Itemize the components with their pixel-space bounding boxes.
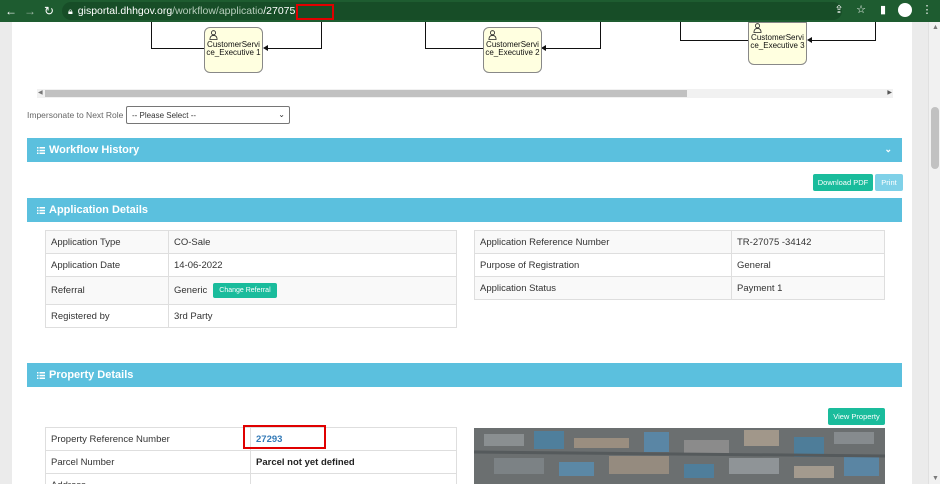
workflow-node-executive-3[interactable]: CustomerServi ce_Executive 3 [748,22,807,65]
diagram-scroll-thumb[interactable] [45,90,687,97]
workflow-history-title: Workflow History [49,144,140,156]
user-task-icon [209,30,218,40]
workflow-node-label: CustomerServi ce_Executive 1 [206,40,261,58]
chevron-down-icon[interactable]: ⌄ [884,144,892,155]
menu-dots-icon[interactable]: ⋮ [920,3,934,17]
workflow-node-label: CustomerServi ce_Executive 2 [485,40,540,58]
scroll-down-icon[interactable]: ▼ [932,475,939,482]
referral-cell: Generic Change Referral [168,276,457,305]
property-details-header: Property Details [27,363,902,387]
table-row: Address [45,473,457,484]
page-content: CustomerServi ce_Executive 1 CustomerSer… [0,22,928,484]
impersonate-role-select[interactable]: -- Please Select -- ⌄ [126,106,290,124]
property-satellite-map[interactable] [474,428,885,484]
row-value: TR-27075 -34142 [731,230,885,254]
diagram-horizontal-scrollbar[interactable]: ◀ ▶ [37,89,893,98]
table-row: Application Date 14-06-2022 [45,253,457,277]
row-label: Application Status [474,276,732,300]
table-row: Referral Generic Change Referral [45,276,457,305]
table-row: Application Type CO-Sale [45,230,457,254]
reload-icon[interactable]: ↻ [41,3,57,19]
application-details-header: Application Details [27,198,902,222]
list-icon [37,371,45,379]
row-value: General [731,253,885,277]
row-value: Parcel not yet defined [250,450,457,474]
impersonate-select-value: -- Please Select -- [132,111,197,120]
row-value [250,473,457,484]
row-label: Referral [45,276,169,305]
table-row: Purpose of Registration General [474,253,885,277]
forward-icon[interactable]: → [22,3,38,19]
workflow-node-label: CustomerServi ce_Executive 3 [750,33,805,51]
row-value: Payment 1 [731,276,885,300]
row-label: Parcel Number [45,450,251,474]
row-value: CO-Sale [168,230,457,254]
impersonate-label: Impersonate to Next Role [27,110,124,120]
workflow-node-executive-2[interactable]: CustomerServi ce_Executive 2 [483,27,542,73]
list-icon [37,206,45,214]
user-task-icon [488,30,497,40]
row-label: Address [45,473,251,484]
row-label: Registered by [45,304,169,328]
lock-icon: 🔒︎ [68,5,73,16]
property-reference-highlight-box [243,425,326,449]
row-label: Property Reference Number [45,427,251,451]
application-details-title: Application Details [49,204,149,216]
table-row: Application Reference Number TR-27075 -3… [474,230,885,254]
scroll-right-icon[interactable]: ▶ [887,89,892,96]
user-task-icon [753,23,762,33]
page-vertical-scrollbar[interactable]: ▲ ▼ [928,22,940,484]
browser-toolbar: ← → ↻ 🔒︎ gisportal.dhhgov.org /workflow/… [0,0,940,22]
sidepanel-icon[interactable]: ▮ [876,3,890,17]
row-value: 3rd Party [168,304,457,328]
satellite-image [474,428,885,484]
url-application-id: /27075 [263,5,296,17]
table-row: Registered by 3rd Party [45,304,457,328]
application-details-right-table: Application Reference Number TR-27075 -3… [474,230,885,300]
row-label: Application Reference Number [474,230,732,254]
chevron-down-icon: ⌄ [278,110,285,119]
back-icon[interactable]: ← [3,3,19,19]
bookmark-star-icon[interactable]: ☆ [854,3,868,17]
url-path: /workflow/applicatio [172,5,264,17]
row-value: Generic [174,285,208,297]
view-property-button[interactable]: View Property [828,408,885,425]
profile-avatar-icon[interactable] [898,3,912,17]
row-label: Application Type [45,230,169,254]
url-host: gisportal.dhhgov.org [77,5,173,17]
print-button[interactable]: Print [875,174,903,191]
row-value: 14-06-2022 [168,253,457,277]
share-icon[interactable]: ⇪ [832,3,846,17]
url-highlight-box [296,4,334,20]
workflow-history-header[interactable]: Workflow History ⌄ [27,138,902,162]
application-details-left-table: Application Type CO-Sale Application Dat… [45,230,457,328]
download-pdf-button[interactable]: Download PDF [813,174,873,191]
change-referral-button[interactable]: Change Referral [213,283,277,298]
scroll-left-icon[interactable]: ◀ [38,89,43,96]
address-bar[interactable]: 🔒︎ gisportal.dhhgov.org /workflow/applic… [62,2,842,20]
row-label: Purpose of Registration [474,253,732,277]
scroll-up-icon[interactable]: ▲ [932,24,939,31]
workflow-node-executive-1[interactable]: CustomerServi ce_Executive 1 [204,27,263,73]
row-label: Application Date [45,253,169,277]
property-details-title: Property Details [49,369,134,381]
table-row: Application Status Payment 1 [474,276,885,300]
workflow-diagram-card: CustomerServi ce_Executive 1 CustomerSer… [12,22,912,126]
list-icon [37,146,45,154]
table-row: Parcel Number Parcel not yet defined [45,450,457,474]
page-scroll-thumb[interactable] [931,107,939,169]
